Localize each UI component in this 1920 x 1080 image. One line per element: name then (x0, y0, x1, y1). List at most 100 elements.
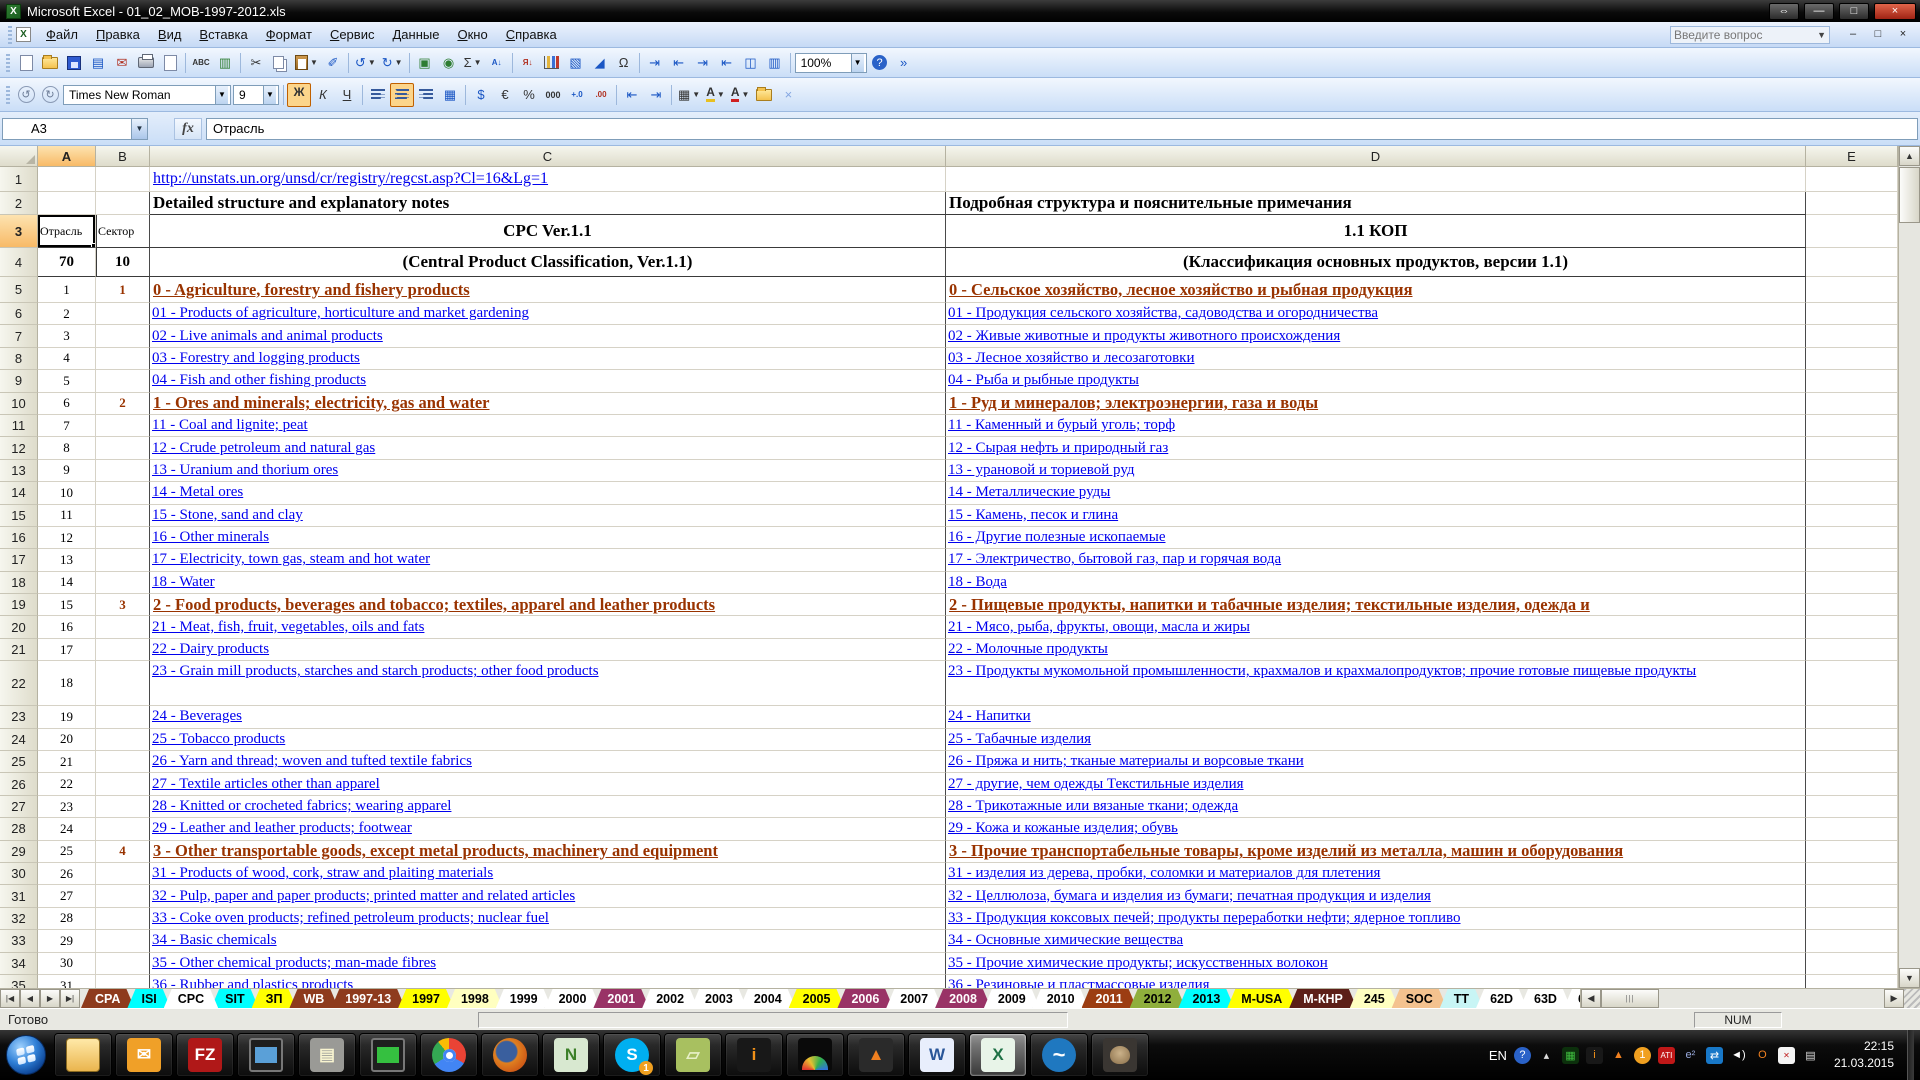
cell-D5[interactable]: 0 - Сельское хозяйство, лесное хозяйство… (946, 277, 1806, 303)
sheet-tab-ЗП[interactable]: ЗП (252, 989, 297, 1008)
back-button[interactable]: ↺ (14, 83, 38, 107)
cell-C7[interactable]: 02 - Live animals and animal products (150, 325, 946, 347)
cell-C26[interactable]: 27 - Textile articles other than apparel (150, 773, 946, 795)
row-header-15[interactable]: 15 (0, 505, 38, 527)
cell-E6[interactable] (1806, 303, 1898, 325)
cell-D9[interactable]: 04 - Рыба и рыбные продукты (946, 370, 1806, 392)
cell-E17[interactable] (1806, 549, 1898, 571)
sort-ascending-button[interactable]: А↓ (485, 51, 509, 75)
info-tray-icon[interactable]: i (1586, 1047, 1603, 1064)
sheet-tab-2005[interactable]: 2005 (789, 989, 845, 1008)
resize-grip[interactable] (1904, 989, 1920, 1008)
group-button[interactable]: ⇥ (691, 51, 715, 75)
row-header-1[interactable]: 1 (0, 167, 38, 192)
sheet-tab-245[interactable]: 245 (1350, 989, 1399, 1008)
insert-button[interactable] (752, 83, 776, 107)
cell-A5[interactable]: 1 (38, 277, 96, 303)
print-preview-button[interactable] (158, 51, 182, 75)
start-button[interactable] (2, 1032, 50, 1078)
chart-wizard-button[interactable] (540, 51, 564, 75)
cell-A11[interactable]: 7 (38, 415, 96, 437)
cell-B9[interactable] (96, 370, 150, 392)
cell-A6[interactable]: 2 (38, 303, 96, 325)
cell-D18[interactable]: 18 - Вода (946, 572, 1806, 594)
first-sheet-button[interactable]: |◀ (0, 989, 20, 1008)
sheet-tab-2008[interactable]: 2008 (935, 989, 991, 1008)
cell-C34[interactable]: 35 - Other chemical products; man-made f… (150, 953, 946, 975)
sheet-tab-2009[interactable]: 2009 (984, 989, 1040, 1008)
chrome-taskbar-button[interactable] (420, 1033, 478, 1077)
toolbar-options-chevron[interactable]: » (892, 51, 916, 75)
cell-E23[interactable] (1806, 706, 1898, 728)
cell-A1[interactable] (38, 167, 96, 192)
menu-6[interactable]: Данные (383, 24, 448, 45)
cell-C23[interactable]: 24 - Beverages (150, 706, 946, 728)
research-button[interactable]: ▥ (213, 51, 237, 75)
cell-B31[interactable] (96, 885, 150, 907)
cell-D21[interactable]: 22 - Молочные продукты (946, 639, 1806, 661)
network-tray-icon[interactable]: ▤ (1802, 1047, 1819, 1064)
row-header-26[interactable]: 26 (0, 773, 38, 795)
ungroup-button[interactable]: ⇤ (715, 51, 739, 75)
zoom-select[interactable]: 100%▼ (795, 53, 867, 73)
teamviewer-tray-icon[interactable]: ⇄ (1706, 1047, 1723, 1064)
cell-E12[interactable] (1806, 437, 1898, 459)
cell-C14[interactable]: 14 - Metal ores (150, 482, 946, 504)
chevron-down-icon[interactable]: ▼ (1817, 30, 1826, 40)
row-header-14[interactable]: 14 (0, 482, 38, 504)
align-center-button[interactable]: ≡ (390, 83, 414, 107)
sheet-tab-TT[interactable]: TT (1440, 989, 1483, 1008)
cell-D23[interactable]: 24 - Напитки (946, 706, 1806, 728)
row-header-16[interactable]: 16 (0, 527, 38, 549)
sheet-tab-1997-13[interactable]: 1997-13 (331, 989, 405, 1008)
cell-E4[interactable] (1806, 248, 1898, 277)
scroll-right-button[interactable]: ▶ (1884, 989, 1904, 1008)
merge-center-button[interactable]: ▦ (438, 83, 462, 107)
cell-E19[interactable] (1806, 594, 1898, 616)
cell-A20[interactable]: 16 (38, 616, 96, 638)
cell-D35[interactable]: 36 - Резиновые и пластмассовые изделия (946, 975, 1806, 988)
cell-B24[interactable] (96, 729, 150, 751)
cell-B28[interactable] (96, 818, 150, 840)
sheet-tab-CPC[interactable]: CPC (164, 989, 218, 1008)
cell-D4[interactable]: (Классификация основных продуктов, верси… (946, 248, 1806, 277)
vertical-scroll-track[interactable] (1899, 223, 1920, 968)
blocked-file-tray-icon[interactable]: ✕ (1778, 1047, 1795, 1064)
cell-E30[interactable] (1806, 863, 1898, 885)
horizontal-scroll-thumb[interactable]: ||| (1601, 989, 1659, 1008)
cell-C13[interactable]: 13 - Uranium and thorium ores (150, 460, 946, 482)
insert-symbol-button[interactable]: Ω (612, 51, 636, 75)
cell-D7[interactable]: 02 - Живые животные и продукты животного… (946, 325, 1806, 347)
cell-B32[interactable] (96, 908, 150, 930)
row-header-34[interactable]: 34 (0, 953, 38, 975)
name-box-dropdown[interactable]: ▼ (132, 118, 148, 140)
cell-E20[interactable] (1806, 616, 1898, 638)
cell-C9[interactable]: 04 - Fish and other fishing products (150, 370, 946, 392)
vlc-tray-icon[interactable]: ▲ (1610, 1047, 1627, 1064)
copy-button[interactable] (268, 51, 292, 75)
select-all-corner[interactable] (0, 146, 38, 167)
cell-D27[interactable]: 28 - Трикотажные или вязаные ткани; одеж… (946, 796, 1806, 818)
cell-B8[interactable] (96, 348, 150, 370)
cell-E16[interactable] (1806, 527, 1898, 549)
volume-tray-icon[interactable]: ◄) (1730, 1047, 1747, 1064)
cell-E3[interactable] (1806, 215, 1898, 248)
row-header-20[interactable]: 20 (0, 616, 38, 638)
borders-button[interactable]: ▦▼ (675, 83, 703, 107)
horizontal-scroll-track[interactable] (1659, 989, 1884, 1008)
sheet-tab-2000[interactable]: 2000 (545, 989, 601, 1008)
cell-A29[interactable]: 25 (38, 841, 96, 863)
workbook-icon[interactable]: X (16, 27, 31, 42)
chevron-down-icon[interactable]: ▼ (215, 86, 228, 104)
toolbar-grip[interactable] (6, 54, 10, 72)
cell-E24[interactable] (1806, 729, 1898, 751)
sheet-tab-2012[interactable]: 2012 (1130, 989, 1186, 1008)
forward-button[interactable]: ↻ (38, 83, 62, 107)
cell-C1[interactable]: http://unstats.un.org/unsd/cr/registry/r… (150, 167, 946, 192)
spelling-button[interactable]: ABC (189, 51, 213, 75)
chevron-down-icon[interactable]: ▼ (263, 86, 276, 104)
row-header-31[interactable]: 31 (0, 885, 38, 907)
sheet-tab-WB[interactable]: WB (289, 989, 338, 1008)
comma-style-button[interactable]: 000 (541, 83, 565, 107)
freeze-panes-button[interactable]: ◫ (739, 51, 763, 75)
